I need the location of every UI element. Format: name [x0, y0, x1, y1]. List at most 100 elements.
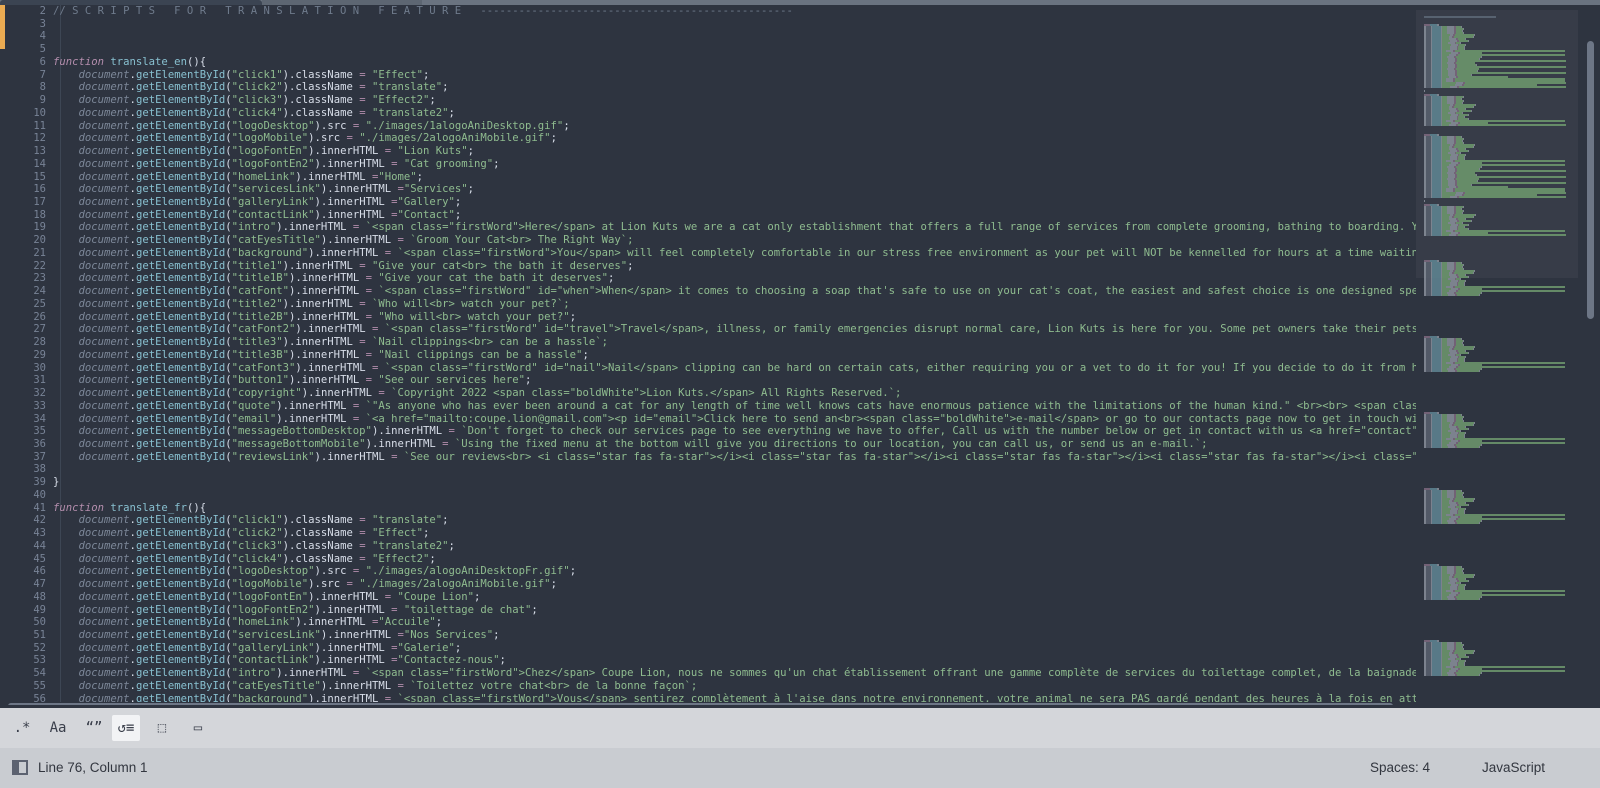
line-number: 36	[33, 437, 46, 450]
code-line: document.getElementById("click4").classN…	[78, 106, 455, 119]
line-number: 55	[33, 679, 46, 692]
find-toggle-wrap-icon[interactable]: ↺≡	[112, 715, 140, 741]
minimap-line	[1424, 598, 1480, 600]
horizontal-scrollbar[interactable]	[8, 703, 1393, 705]
line-number: 35	[33, 425, 46, 438]
line-number: 16	[33, 183, 46, 196]
code-line: document.getElementById("homeLink").inne…	[78, 170, 424, 183]
indent-setting[interactable]: Spaces: 4	[1370, 760, 1430, 775]
code-line: // S C R I P T S F O R T R A N S L A T I…	[53, 5, 793, 17]
code-line: document.getElementById("galleryLink").i…	[78, 641, 462, 654]
line-number: 43	[33, 527, 46, 540]
code-line: document.getElementById("catEyesTitle").…	[78, 679, 698, 692]
line-number: 15	[33, 170, 46, 183]
minimap-line	[1424, 200, 1425, 202]
line-number: 48	[33, 590, 46, 603]
line-number: 2	[39, 5, 46, 17]
line-number: 42	[33, 514, 46, 527]
code-line: document.getElementById("click2").classN…	[78, 81, 449, 94]
minimap-line	[1424, 522, 1480, 524]
find-toggle-highlight-icon[interactable]: ▭	[184, 715, 212, 741]
minimap-line	[1424, 674, 1480, 676]
line-number: 17	[33, 196, 46, 209]
code-line: function translate_en(){	[53, 55, 207, 68]
line-number: 18	[33, 208, 46, 221]
line-number: 30	[33, 361, 46, 374]
line-number: 11	[33, 119, 46, 132]
minimap-line	[1424, 370, 1480, 372]
cursor-position: Line 76, Column 1	[38, 760, 148, 775]
code-line: document.getElementById("click3").classN…	[78, 539, 455, 552]
find-toggle-whole-word-icon[interactable]: “”	[80, 715, 108, 741]
code-line: document.getElementById("title2").innerH…	[78, 297, 570, 310]
line-number: 29	[33, 348, 46, 361]
line-number: 54	[33, 667, 46, 680]
code-line: document.getElementById("catFont2").inne…	[78, 323, 1501, 336]
code-editor[interactable]: 2 3 4 5 6 7 8 9 10 11 12 13 14 15 16 17 18 19 20 21 22 23 24 25…	[0, 5, 1600, 705]
line-number: 19	[33, 221, 46, 234]
code-line: document.getElementById("logoMobile").sr…	[78, 578, 557, 591]
minimap-line	[1424, 294, 1480, 296]
code-line: document.getElementById("contactLink").i…	[78, 654, 506, 667]
minimap-line	[1424, 16, 1496, 18]
line-number: 8	[39, 81, 46, 94]
line-number: 46	[33, 565, 46, 578]
code-line: document.getElementById("logoFontEn2").i…	[78, 603, 538, 616]
code-line: document.getElementById("contactLink").i…	[78, 208, 462, 221]
find-toggle-case-sensitive-icon[interactable]: Aa	[44, 715, 72, 741]
line-number: 49	[33, 603, 46, 616]
line-number: 34	[33, 412, 46, 425]
code-line: document.getElementById("title3").innerH…	[78, 336, 608, 349]
sublime-text-window: 2 3 4 5 6 7 8 9 10 11 12 13 14 15 16 17 18 19 20 21 22 23 24 25…	[0, 0, 1600, 788]
line-number: 33	[33, 399, 46, 412]
line-number: 51	[33, 628, 46, 641]
code-viewport[interactable]: // S C R I P T S F O R T R A N S L A T I…	[53, 5, 1600, 705]
line-number: 24	[33, 285, 46, 298]
line-number: 21	[33, 246, 46, 259]
code-line: document.getElementById("click2").classN…	[78, 527, 430, 540]
line-number: 37	[33, 450, 46, 463]
code-line: }	[53, 476, 60, 489]
line-number: 50	[33, 616, 46, 629]
code-line: document.getElementById("logoDesktop").s…	[78, 119, 570, 132]
minimap-line	[1424, 196, 1566, 198]
line-number-gutter: 2 3 4 5 6 7 8 9 10 11 12 13 14 15 16 17 18 19 20 21 22 23 24 25…	[5, 5, 53, 705]
line-number: 22	[33, 259, 46, 272]
code-line: document.getElementById("logoMobile").sr…	[78, 132, 557, 145]
code-line: document.getElementById("messageBottomMo…	[78, 437, 1208, 450]
line-number: 32	[33, 387, 46, 400]
find-toggle-regex-icon[interactable]: .*	[8, 715, 36, 741]
line-number: 14	[33, 157, 46, 170]
line-number: 45	[33, 552, 46, 565]
code-line: document.getElementById("catFont").inner…	[78, 285, 1501, 298]
minimap-line	[1424, 234, 1566, 236]
code-line: document.getElementById("background").in…	[78, 246, 1501, 259]
line-number: 26	[33, 310, 46, 323]
code-line: document.getElementById("click3").classN…	[78, 94, 436, 107]
sidebar-toggle-icon[interactable]	[12, 760, 28, 775]
find-toggle-in-selection-icon[interactable]: ⬚	[148, 715, 176, 741]
minimap-line	[1424, 446, 1480, 448]
line-number: 39	[33, 476, 46, 489]
line-number: 13	[33, 145, 46, 158]
code-line: document.getElementById("click1").classN…	[78, 514, 449, 527]
minimap-line	[1424, 90, 1425, 92]
code-line: document.getElementById("catEyesTitle").…	[78, 234, 634, 247]
language-mode[interactable]: JavaScript	[1482, 760, 1545, 775]
code-line: document.getElementById("homeLink").inne…	[78, 616, 443, 629]
line-number: 23	[33, 272, 46, 285]
vertical-scrollbar[interactable]	[1587, 41, 1594, 319]
line-number: 10	[33, 106, 46, 119]
line-number: 25	[33, 297, 46, 310]
minimap[interactable]	[1416, 10, 1578, 705]
line-number: 41	[33, 501, 46, 514]
line-number: 6	[39, 55, 46, 68]
line-number: 53	[33, 654, 46, 667]
code-line: document.getElementById("servicesLink").…	[78, 183, 475, 196]
line-number: 9	[39, 94, 46, 107]
code-line: document.getElementById("click4").classN…	[78, 552, 436, 565]
status-bar: Line 76, Column 1 Spaces: 4 JavaScript	[0, 748, 1600, 788]
